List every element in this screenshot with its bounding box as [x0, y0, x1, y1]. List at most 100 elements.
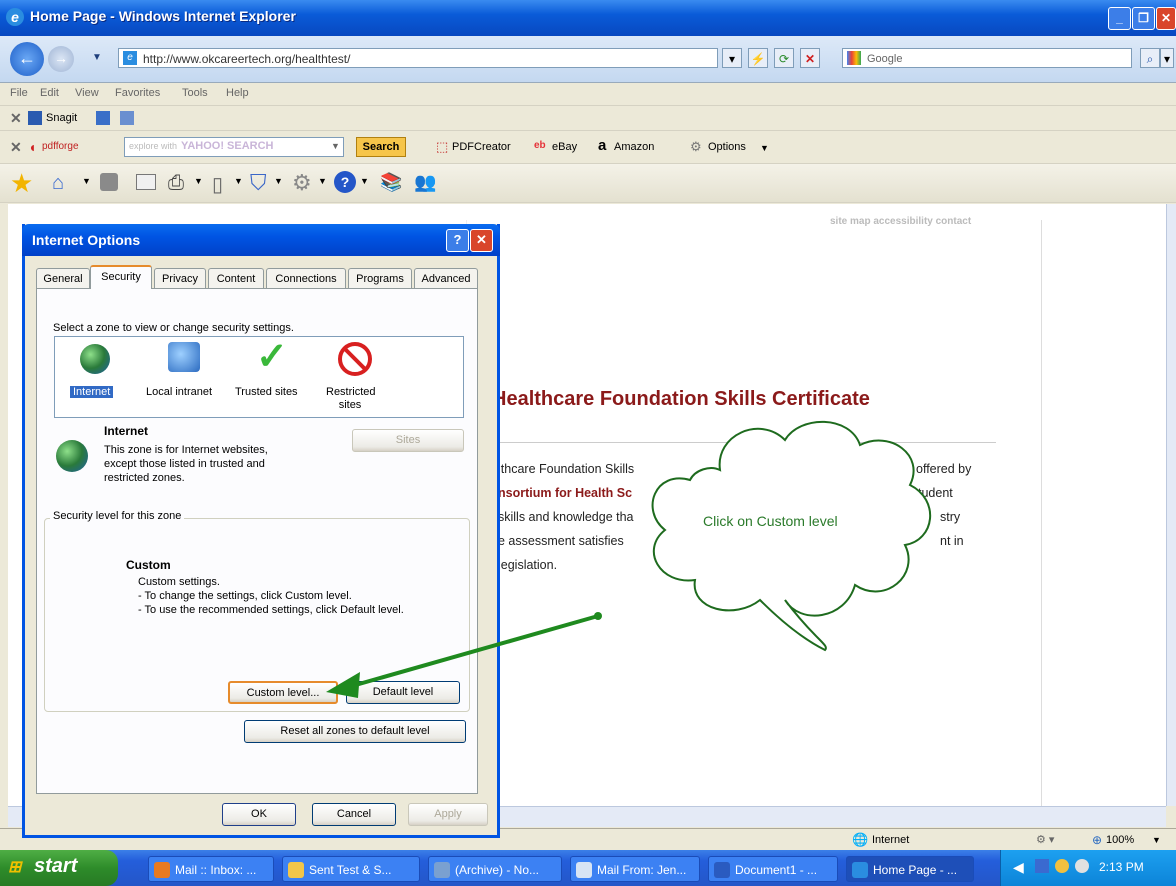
start-button[interactable]: ⊞ start: [0, 850, 118, 886]
stop-icon[interactable]: ✕: [800, 48, 820, 68]
status-zone[interactable]: Internet: [872, 834, 909, 846]
clock[interactable]: 2:13 PM: [1099, 860, 1144, 874]
tab-programs[interactable]: Programs: [348, 268, 412, 288]
tray-app-icon[interactable]: [1035, 859, 1049, 873]
menu-favorites[interactable]: Favorites: [115, 87, 160, 99]
menu-tools[interactable]: Tools: [182, 87, 208, 99]
search-icon[interactable]: ⌕: [1140, 48, 1160, 68]
sites-button[interactable]: Sites: [352, 429, 464, 452]
callout-text: Click on Custom level: [703, 513, 838, 529]
zone-restricted-sites[interactable]: Restricted sites: [326, 386, 376, 412]
task-document1[interactable]: Document1 - ...: [708, 856, 838, 882]
task-sent-test[interactable]: Sent Test & S...: [282, 856, 420, 882]
page-icon[interactable]: ▯: [212, 172, 223, 197]
pdfcreator-link[interactable]: PDFCreator: [452, 141, 511, 153]
restore-icon[interactable]: ❐: [1132, 7, 1155, 30]
address-input[interactable]: e http://www.okcareertech.org/healthtest…: [118, 48, 718, 68]
reset-all-zones-button[interactable]: Reset all zones to default level: [244, 720, 466, 743]
local-intranet-icon[interactable]: [168, 342, 200, 372]
options-gear-icon: ⚙: [690, 139, 702, 154]
tray-arrow-icon[interactable]: ◀: [1013, 859, 1024, 876]
body-line-1: lthcare Foundation Skills: [498, 462, 635, 476]
vertical-scrollbar[interactable]: [1166, 204, 1176, 806]
yahoo-search-input[interactable]: explore with YAHOO! SEARCH ▼: [124, 137, 344, 157]
dialog-help-icon[interactable]: ?: [446, 229, 469, 252]
close-icon[interactable]: ✕: [1156, 7, 1176, 30]
menu-help[interactable]: Help: [226, 87, 249, 99]
default-level-button[interactable]: Default level: [346, 681, 460, 704]
tab-content[interactable]: Content: [208, 268, 264, 288]
yahoo-search-button[interactable]: Search: [356, 137, 406, 157]
zone-local-intranet[interactable]: Local intranet: [146, 386, 212, 398]
options-menu[interactable]: Options: [708, 141, 746, 153]
tab-connections[interactable]: Connections: [266, 268, 346, 288]
forward-button[interactable]: →: [48, 46, 74, 72]
snagit-capture-icon[interactable]: [96, 111, 110, 125]
task-home-page[interactable]: Home Page - ...: [846, 856, 974, 882]
read-mail-icon[interactable]: [136, 174, 156, 190]
zoom-dropdown-icon[interactable]: ▼: [1152, 835, 1161, 845]
help-dropdown-icon[interactable]: ▼: [360, 176, 369, 186]
yahoo-dropdown-icon[interactable]: ▼: [331, 141, 340, 151]
dialog-close-icon[interactable]: ✕: [470, 229, 493, 252]
menu-file[interactable]: File: [10, 87, 28, 99]
tools-dropdown-icon[interactable]: ▼: [318, 176, 327, 186]
feeds-icon[interactable]: [100, 173, 118, 191]
top-links[interactable]: site map accessibility contact: [830, 216, 971, 227]
restricted-sites-icon[interactable]: [338, 342, 372, 376]
task-mail-from[interactable]: Mail From: Jen...: [570, 856, 700, 882]
task-mail-inbox[interactable]: Mail :: Inbox: ...: [148, 856, 274, 882]
home-icon[interactable]: ⌂: [52, 172, 64, 195]
pdfforge-brand: pdfforge: [42, 141, 79, 152]
menu-edit[interactable]: Edit: [40, 87, 59, 99]
internet-zone-icon[interactable]: [80, 344, 110, 374]
trusted-sites-check-icon[interactable]: ✓: [256, 334, 288, 379]
compat-icon[interactable]: ⚡: [748, 48, 768, 68]
refresh-icon[interactable]: ⟳: [774, 48, 794, 68]
print-dropdown-icon[interactable]: ▼: [194, 176, 203, 186]
protected-mode-icon[interactable]: ⚙ ▾: [1036, 833, 1054, 846]
tray-app2-icon[interactable]: [1055, 859, 1069, 873]
tab-general[interactable]: General: [36, 268, 90, 288]
research-icon[interactable]: 📚: [380, 172, 402, 193]
close-toolbar-icon[interactable]: ✕: [10, 139, 22, 156]
amazon-link[interactable]: Amazon: [614, 141, 654, 153]
body-line-2[interactable]: nsortium for Health Sc: [498, 486, 632, 500]
search-options-icon[interactable]: ▾: [1160, 48, 1174, 68]
tray-app3-icon[interactable]: [1075, 859, 1089, 873]
safety-dropdown-icon[interactable]: ▼: [274, 176, 283, 186]
options-dropdown-icon[interactable]: ▼: [760, 143, 769, 153]
favorites-star-icon[interactable]: ★: [10, 168, 33, 199]
tab-security[interactable]: Security: [90, 265, 152, 289]
messenger-icon[interactable]: 👥: [414, 172, 436, 193]
minimize-icon[interactable]: _: [1108, 7, 1131, 30]
task-archive[interactable]: (Archive) - No...: [428, 856, 562, 882]
apply-button[interactable]: Apply: [408, 803, 488, 826]
address-dropdown-icon[interactable]: ▾: [722, 48, 742, 68]
level-line-2: - To change the settings, click Custom l…: [138, 590, 352, 602]
history-dropdown-icon[interactable]: ▼: [92, 52, 102, 63]
home-dropdown-icon[interactable]: ▼: [82, 176, 91, 186]
print-icon[interactable]: ⎙: [168, 172, 184, 195]
ok-button[interactable]: OK: [222, 803, 296, 826]
tab-privacy[interactable]: Privacy: [154, 268, 206, 288]
page-dropdown-icon[interactable]: ▼: [234, 176, 243, 186]
security-level-name: Custom: [126, 558, 171, 572]
level-line-1: Custom settings.: [138, 576, 220, 588]
menu-view[interactable]: View: [75, 87, 99, 99]
safety-shield-icon[interactable]: ⛉: [250, 170, 267, 196]
zone-trusted-sites[interactable]: Trusted sites: [235, 386, 298, 398]
tab-advanced[interactable]: Advanced: [414, 268, 478, 288]
snagit-label[interactable]: Snagit: [46, 112, 77, 124]
search-input[interactable]: Google: [842, 48, 1132, 68]
close-toolbar-icon[interactable]: ✕: [10, 110, 22, 127]
zoom-level[interactable]: 100%: [1106, 834, 1134, 846]
ebay-link[interactable]: eBay: [552, 141, 577, 153]
cancel-button[interactable]: Cancel: [312, 803, 396, 826]
tools-gear-icon[interactable]: ⚙: [292, 170, 312, 196]
zone-internet[interactable]: Internet: [70, 386, 114, 398]
custom-level-button[interactable]: Custom level...: [228, 681, 338, 704]
back-button[interactable]: ←: [10, 42, 44, 76]
help-icon[interactable]: ?: [334, 171, 356, 193]
snagit-editor-icon[interactable]: [120, 111, 134, 125]
